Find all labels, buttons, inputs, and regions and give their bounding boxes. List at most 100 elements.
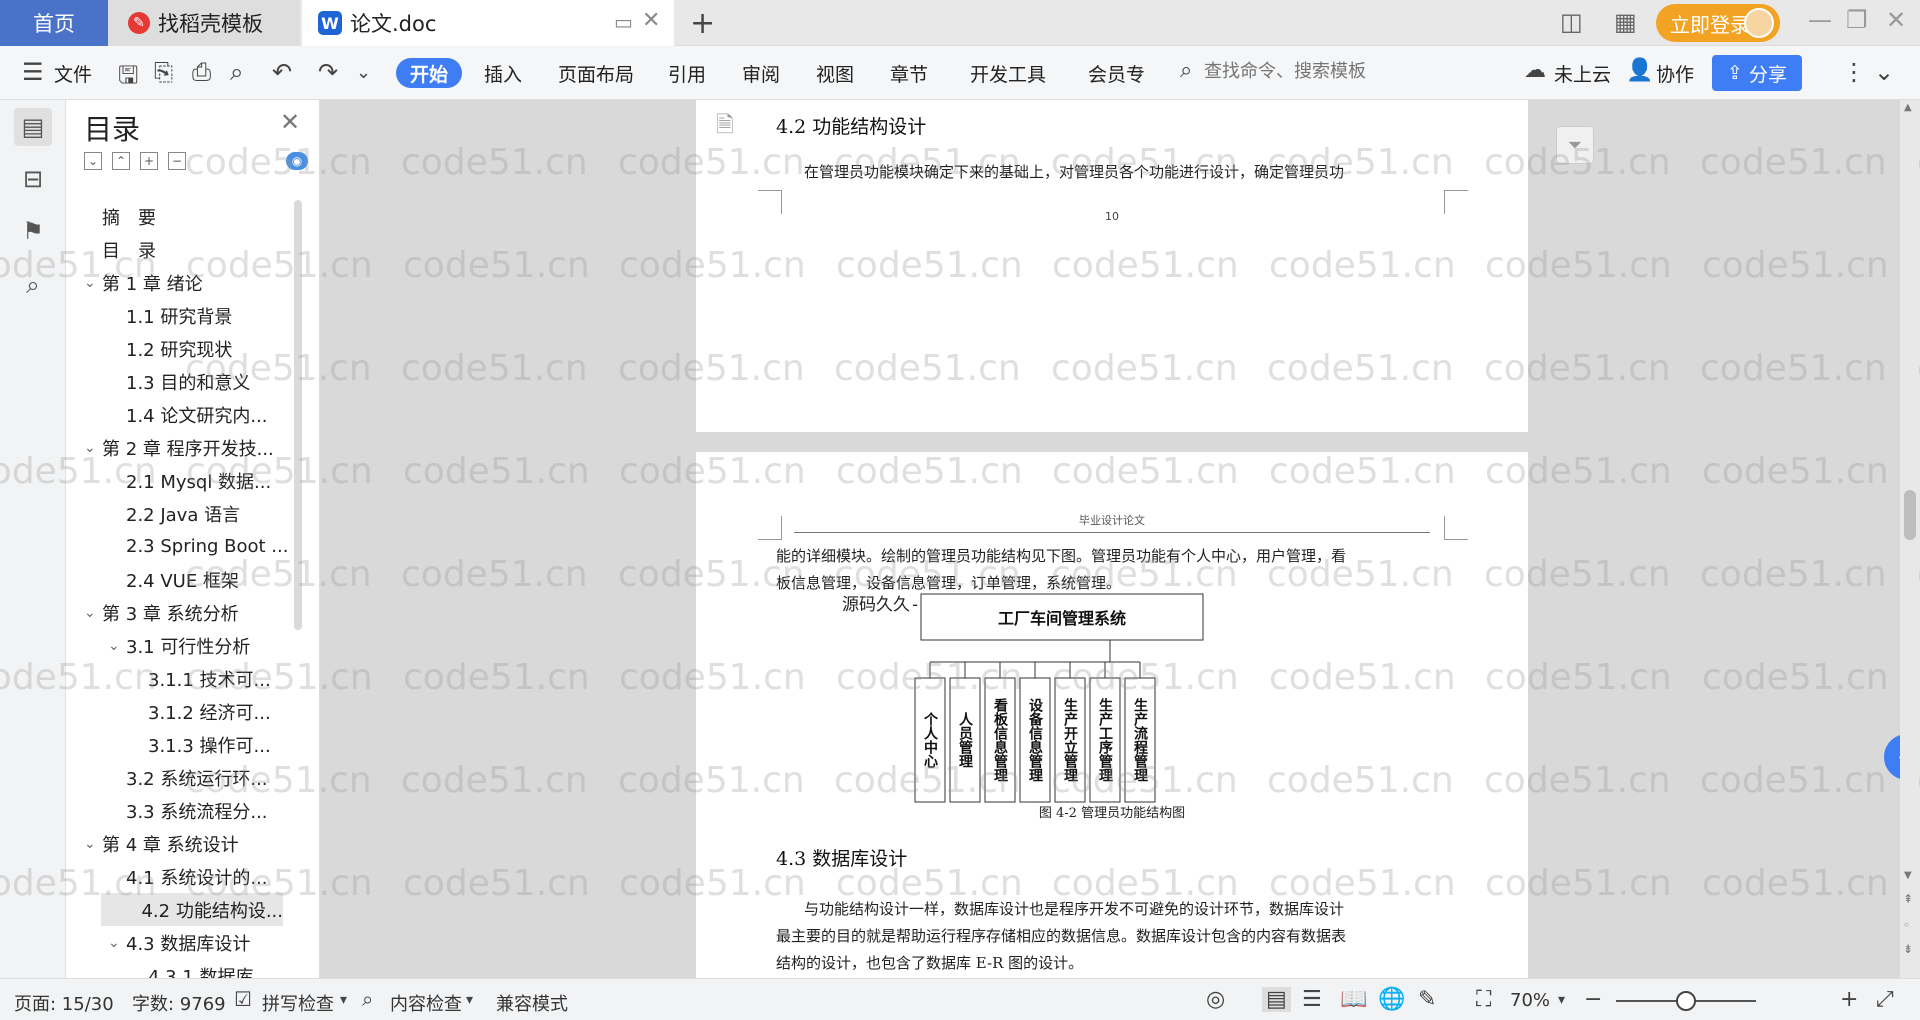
page-indicator[interactable]: 页面: 15/30 xyxy=(14,990,114,1016)
more-tabs-chevron-icon[interactable]: › xyxy=(1138,64,1144,80)
save-icon[interactable]: 🖫 xyxy=(118,58,138,99)
toc-item[interactable]: 2.3 Spring Boot ... xyxy=(66,530,302,563)
toc-item[interactable]: 目 录 xyxy=(66,233,302,266)
content-check-button[interactable]: 内容检查 xyxy=(390,990,462,1016)
tab-start[interactable]: 开始 xyxy=(396,58,462,88)
toc-scrollbar[interactable] xyxy=(294,200,302,630)
add-heading-icon[interactable]: + xyxy=(140,152,158,170)
toc-item[interactable]: 1.1 研究背景 xyxy=(66,299,302,332)
toc-item[interactable]: ⌄ 第 2 章 程序开发技... xyxy=(66,431,302,464)
quick-access-dropdown-icon[interactable]: ⌄ xyxy=(356,62,371,83)
toc-close-icon[interactable]: ✕ xyxy=(280,108,300,136)
zoom-dropdown-icon[interactable]: ▾ xyxy=(1558,992,1565,1008)
toc-item[interactable]: 1.3 目的和意义 xyxy=(66,365,302,398)
page-16[interactable]: 毕业设计论文 能的详细模块。绘制的管理员功能结构见下图。管理员功能有个人中心，用… xyxy=(696,452,1528,978)
toc-item[interactable]: 摘 要 xyxy=(66,200,302,233)
tab-chapter[interactable]: 章节 xyxy=(890,60,928,87)
toc-item[interactable]: ⌄ 第 1 章 绪论 xyxy=(66,266,302,299)
export-pdf-icon[interactable]: ⎘ xyxy=(154,58,173,86)
tab-insert[interactable]: 插入 xyxy=(484,60,522,87)
chevron-down-icon[interactable]: ⌄ xyxy=(84,440,102,456)
cloud-status[interactable]: 未上云 xyxy=(1554,60,1611,87)
toc-item[interactable]: 3.3 系统流程分... xyxy=(66,794,302,827)
select-browse-icon[interactable]: ◦ xyxy=(1903,918,1910,932)
tab-references[interactable]: 引用 xyxy=(668,60,706,87)
comment-panel-icon[interactable]: ⏷ xyxy=(1556,126,1594,164)
toc-item[interactable]: 4.1 系统设计的... xyxy=(66,860,302,893)
remove-heading-icon[interactable]: − xyxy=(168,152,186,170)
toc-item[interactable]: 2.1 Mysql 数据... xyxy=(66,464,302,497)
login-button[interactable]: 立即登录 xyxy=(1656,4,1780,42)
minimize-icon[interactable]: — xyxy=(1808,6,1832,34)
command-search-input[interactable] xyxy=(1204,56,1380,86)
word-count[interactable]: 字数: 9769 xyxy=(132,990,226,1016)
navigation-pane-icon[interactable]: ⊟ xyxy=(14,160,52,198)
prev-page-icon[interactable]: ⇞ xyxy=(1903,892,1913,906)
close-window-icon[interactable]: ✕ xyxy=(1886,6,1906,34)
outline-view-icon[interactable]: ☰ xyxy=(1302,987,1322,1012)
fit-page-icon[interactable]: ⛶ xyxy=(1476,987,1491,1012)
restore-icon[interactable]: ❐ xyxy=(1846,6,1868,34)
zoom-in-icon[interactable]: + xyxy=(1840,987,1858,1012)
page-15[interactable]: 🗎 4.2 功能结构设计 在管理员功能模块确定下来的基础上，对管理员各个功能进行… xyxy=(696,100,1528,432)
toc-view-toggle-icon[interactable]: ◉ xyxy=(286,152,308,170)
toc-item[interactable]: 1.2 研究现状 xyxy=(66,332,302,365)
layout-switch-icon[interactable]: ◫ xyxy=(1560,8,1583,36)
redo-icon[interactable]: ↷ xyxy=(318,58,338,86)
expand-up-icon[interactable]: ⌃ xyxy=(112,152,130,170)
tab-developer[interactable]: 开发工具 xyxy=(970,60,1046,87)
collapse-ribbon-icon[interactable]: ⌄ xyxy=(1874,58,1894,86)
reading-view-icon[interactable]: 📖 xyxy=(1340,987,1367,1012)
toc-item[interactable]: 3.1.2 经济可... xyxy=(66,695,302,728)
spell-check-button[interactable]: 拼写检查 xyxy=(262,990,334,1016)
tab-page-layout[interactable]: 页面布局 xyxy=(558,60,634,87)
chevron-down-icon[interactable]: ⌄ xyxy=(108,638,126,654)
bookmark-icon[interactable]: ⚑ xyxy=(14,212,52,250)
chevron-down-icon[interactable]: ⌄ xyxy=(84,605,102,621)
zoom-out-icon[interactable]: − xyxy=(1584,987,1602,1012)
chevron-down-icon[interactable]: ⌄ xyxy=(84,275,102,291)
next-page-icon[interactable]: ⇟ xyxy=(1903,942,1913,956)
chevron-down-icon[interactable]: ⌄ xyxy=(108,935,126,951)
more-options-icon[interactable]: ⋮ xyxy=(1842,58,1866,86)
toc-item[interactable]: 3.1.3 操作可... xyxy=(66,728,302,761)
page-view-icon[interactable]: ▤ xyxy=(1262,987,1291,1012)
tab-home[interactable]: 首页 xyxy=(0,0,108,46)
content-dropdown-icon[interactable]: ▾ xyxy=(466,992,473,1008)
print-icon[interactable]: ⎙ xyxy=(192,58,211,86)
tab-review[interactable]: 审阅 xyxy=(742,60,780,87)
share-button[interactable]: ⇪ 分享 xyxy=(1712,55,1802,91)
undo-icon[interactable]: ↶ xyxy=(272,58,292,86)
toc-item[interactable]: 1.4 论文研究内... xyxy=(66,398,302,431)
document-canvas[interactable]: 🗎 4.2 功能结构设计 在管理员功能模块确定下来的基础上，对管理员各个功能进行… xyxy=(320,100,1900,978)
toc-item[interactable]: ⌄ 第 4 章 系统设计 xyxy=(66,827,302,860)
toc-item[interactable]: 2.4 VUE 框架 xyxy=(66,563,302,596)
chevron-down-icon[interactable]: ⌄ xyxy=(84,836,102,852)
window-mode-icon[interactable]: ▭ xyxy=(614,10,633,34)
scroll-down-icon[interactable]: ▼ xyxy=(1904,870,1912,881)
toc-item[interactable]: 4.2 功能结构设... xyxy=(101,893,283,926)
new-tab-button[interactable]: + xyxy=(690,6,715,41)
scroll-thumb[interactable] xyxy=(1904,490,1916,540)
fullscreen-icon[interactable]: ⤢ xyxy=(1876,987,1894,1012)
toc-item[interactable]: ⌄ 第 3 章 系统分析 xyxy=(66,596,302,629)
scroll-up-icon[interactable]: ▲ xyxy=(1904,102,1912,113)
vertical-scrollbar[interactable]: ▲ ▼ ⇞ ◦ ⇟ xyxy=(1900,100,1920,978)
file-menu[interactable]: 文件 xyxy=(54,60,92,87)
toc-item[interactable]: 2.2 Java 语言 xyxy=(66,497,302,530)
toc-item[interactable]: 3.2 系统运行环... xyxy=(66,761,302,794)
zoom-slider-knob[interactable] xyxy=(1676,991,1696,1011)
page-format-icon[interactable]: 🗎 xyxy=(716,108,734,146)
print-preview-icon[interactable]: ⌕ xyxy=(230,58,243,86)
apps-grid-icon[interactable]: ▦ xyxy=(1614,8,1637,36)
toc-item[interactable]: ⌄ 3.1 可行性分析 xyxy=(66,629,302,662)
toc-item[interactable]: 4.3.1 数据库... xyxy=(66,959,302,979)
collapse-all-icon[interactable]: ⌄ xyxy=(84,152,102,170)
toc-item[interactable]: ⌄ 4.3 数据库设计 xyxy=(66,926,302,959)
menu-icon[interactable]: ☰ xyxy=(22,58,44,86)
toc-item[interactable]: 3.1.1 技术可... xyxy=(66,662,302,695)
tab-daoke-templates[interactable]: ✎ 找稻壳模板 xyxy=(108,0,300,46)
tab-view[interactable]: 视图 xyxy=(816,60,854,87)
toc-panel-icon[interactable]: ▤ xyxy=(14,108,52,146)
find-icon[interactable]: ⌕ xyxy=(14,266,52,304)
